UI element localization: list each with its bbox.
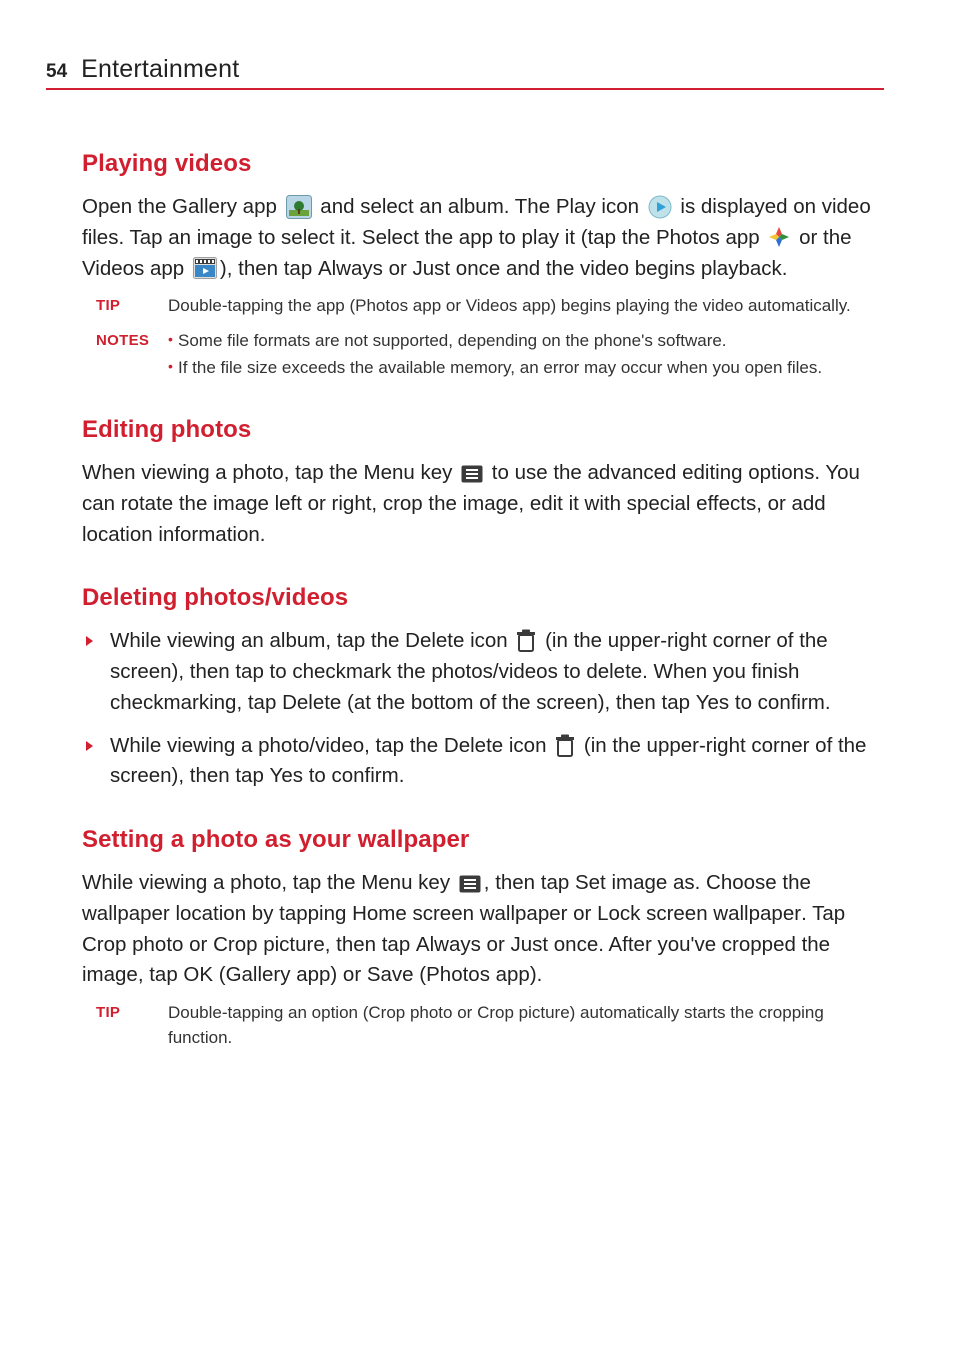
menu-key-icon [461, 465, 483, 483]
heading-playing-videos: Playing videos [82, 150, 884, 178]
text: When viewing a photo, tap the [82, 461, 364, 484]
gallery-app-icon [286, 195, 312, 219]
note-item: Some file formats are not supported, dep… [168, 329, 884, 354]
text: While viewing a photo, tap the [82, 871, 361, 894]
text-bold: Videos [466, 296, 518, 315]
tip-body: Double-tapping an option (Crop photo or … [168, 1001, 884, 1050]
text-bold-yes: Yes [270, 764, 303, 787]
document-page: 54 Entertainment Playing videos Open the… [0, 0, 954, 1050]
text: and the video begins playback. [500, 257, 787, 280]
text: or the [793, 226, 851, 249]
trash-icon [516, 629, 536, 653]
page-title: Entertainment [81, 55, 239, 84]
text: to confirm. [303, 764, 404, 787]
text: or [481, 933, 511, 956]
text: , then tap [325, 933, 416, 956]
text: or [183, 933, 213, 956]
list-item: While viewing an album, tap the Delete i… [82, 626, 884, 718]
text-bold: Crop picture [213, 933, 325, 956]
tip-body: Double-tapping the app (Photos app or Vi… [168, 294, 884, 319]
text: ), then tap [220, 257, 318, 280]
text: app or [408, 296, 466, 315]
text-bold: Always [416, 933, 481, 956]
heading-editing-photos: Editing photos [82, 416, 884, 444]
tip-wallpaper: TIP Double-tapping an option (Crop photo… [96, 1001, 884, 1050]
text-bold: Crop picture [477, 1003, 570, 1022]
text: app [237, 195, 283, 218]
videos-app-icon [193, 257, 217, 279]
text-bold: Photos [355, 296, 408, 315]
text-bold: OK [183, 963, 213, 986]
text-bold-gallery: Gallery [172, 195, 237, 218]
text: or [567, 902, 597, 925]
text: or [453, 1003, 478, 1022]
tip-playing-videos: TIP Double-tapping the app (Photos app o… [96, 294, 884, 319]
text: While viewing an album, tap the [110, 629, 405, 652]
text [452, 461, 458, 484]
menu-key-icon [459, 875, 481, 893]
text: Double-tapping an option ( [168, 1003, 368, 1022]
text: Double-tapping the app ( [168, 296, 355, 315]
heading-deleting: Deleting photos/videos [82, 584, 884, 612]
text: and select an album. The [315, 195, 556, 218]
text-bold-menu-key: Menu key [364, 461, 453, 484]
text: (Gallery app) or [213, 963, 367, 986]
heading-wallpaper: Setting a photo as your wallpaper [82, 826, 884, 854]
text-bold-delete: Delete [444, 734, 503, 757]
notes-body: Some file formats are not supported, dep… [168, 329, 884, 382]
text-bold-just-once: Just once [413, 257, 501, 280]
page-header: 54 Entertainment [46, 55, 884, 90]
play-icon [648, 195, 672, 219]
text: icon [596, 195, 645, 218]
text: app [144, 257, 190, 280]
text: or [383, 257, 413, 280]
notes-label: NOTES [96, 329, 168, 382]
text: While viewing a photo/video, tap the [110, 734, 444, 757]
text-bold-videos: Videos [82, 257, 144, 280]
page-number: 54 [46, 61, 67, 83]
text-bold-photos: Photos [656, 226, 720, 249]
text-bold-delete: Delete [405, 629, 464, 652]
text: , then tap [484, 871, 575, 894]
paragraph-playing-videos: Open the Gallery app and select an album… [82, 192, 884, 284]
text-bold-menu-key: Menu key [361, 871, 450, 894]
text-bold: Crop photo [368, 1003, 452, 1022]
text-bold: Just once [510, 933, 598, 956]
text: Open the [82, 195, 172, 218]
paragraph-wallpaper: While viewing a photo, tap the Menu key … [82, 868, 884, 991]
tip-label: TIP [96, 294, 168, 319]
text: icon [503, 734, 552, 757]
text-bold: Set image as [575, 871, 695, 894]
text: to confirm. [729, 691, 830, 714]
text [450, 871, 456, 894]
trash-icon [555, 734, 575, 758]
text: icon [464, 629, 513, 652]
list-item: While viewing a photo/video, tap the Del… [82, 731, 884, 793]
text-bold: Lock screen wallpaper [597, 902, 801, 925]
text-bold: Home screen wallpaper [352, 902, 567, 925]
text: app [720, 226, 766, 249]
text: (at the bottom of the screen), then tap [341, 691, 695, 714]
tip-label: TIP [96, 1001, 168, 1050]
notes-playing-videos: NOTES Some file formats are not supporte… [96, 329, 884, 382]
text-bold-delete: Delete [282, 691, 341, 714]
text: . Tap [801, 902, 845, 925]
text: (Photos app). [414, 963, 543, 986]
photos-app-icon [768, 226, 790, 248]
text: app) begins playing the video automatica… [517, 296, 850, 315]
note-item: If the file size exceeds the available m… [168, 356, 884, 381]
text-bold-play: Play [556, 195, 596, 218]
text-bold-yes: Yes [696, 691, 729, 714]
deleting-list: While viewing an album, tap the Delete i… [82, 626, 884, 792]
text-bold-always: Always [318, 257, 383, 280]
paragraph-editing-photos: When viewing a photo, tap the Menu key t… [82, 458, 884, 550]
text-bold: Save [367, 963, 414, 986]
text-bold: Crop photo [82, 933, 183, 956]
